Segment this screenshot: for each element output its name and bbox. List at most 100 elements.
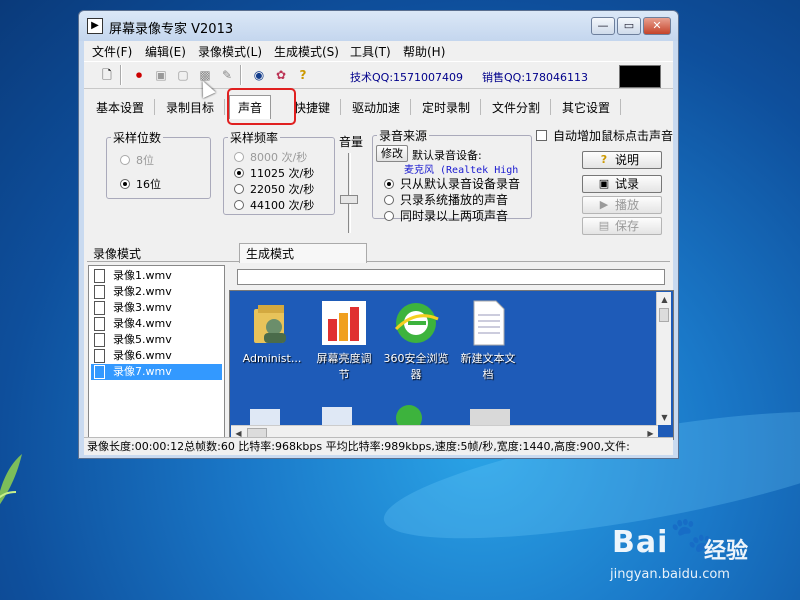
source-both[interactable]: 同时录以上两项声音 [384, 207, 508, 224]
gift-icon[interactable]: ✿ [272, 66, 290, 84]
sample-rate-11025[interactable]: 11025 次/秒 [234, 165, 314, 181]
tab-other[interactable]: 其它设置 [562, 99, 622, 115]
output-path-field[interactable] [237, 269, 665, 285]
close-button[interactable]: ✕ [643, 17, 671, 35]
sample-bits-legend: 采样位数 [113, 131, 162, 145]
file-icon [94, 269, 105, 283]
settings-tabs: 基本设置 录制目标 声音 快捷键 驱动加速 定时录制 文件分割 其它设置 [84, 91, 673, 123]
save-button[interactable]: ▤ 保存 [582, 217, 662, 235]
tab-record-target[interactable]: 录制目标 [166, 99, 226, 115]
tab-basic[interactable]: 基本设置 [96, 99, 156, 115]
app-window: ▶ 屏幕录像专家 V2013 — ▭ ✕ 文件(F) 编辑(E) 录像模式(L)… [78, 10, 679, 459]
tab-hotkeys[interactable]: 快捷键 [294, 99, 342, 115]
sample-rate-legend: 采样频率 [230, 131, 279, 145]
file-icon [94, 301, 105, 315]
test-record-button[interactable]: ▣ 试录 [582, 175, 662, 193]
play-icon: ▶ [599, 198, 609, 211]
stop-icon[interactable]: ▢ [174, 66, 192, 84]
volume-slider-track[interactable] [348, 153, 351, 233]
window-title: 屏幕录像专家 V2013 [109, 22, 234, 37]
tab-driver-accel[interactable]: 驱动加速 [352, 99, 412, 115]
preview-vertical-scrollbar[interactable]: ▲ ▼ [656, 292, 671, 425]
toolbar: 🗋 ⏺ ▣ ▢ ▩ ✎ ◉ ✿ ? 技术QQ:1571007409 销售QQ:1… [84, 61, 673, 89]
new-file-icon[interactable]: 🗋 [98, 66, 116, 84]
file-icon [94, 365, 105, 379]
client-area: 文件(F) 编辑(E) 录像模式(L) 生成模式(S) 工具(T) 帮助(H) … [84, 41, 674, 455]
list-item[interactable]: 录像2.wmv [91, 284, 222, 300]
watermark-sub: 经验 [704, 539, 749, 564]
scroll-thumb[interactable] [659, 308, 669, 322]
menu-edit[interactable]: 编辑(E) [145, 43, 186, 60]
pause-icon[interactable]: ▣ [152, 66, 170, 84]
play-button[interactable]: ▶ 播放 [582, 196, 662, 214]
list-item[interactable]: 录像1.wmv [91, 268, 222, 284]
list-item[interactable]: 录像3.wmv [91, 300, 222, 316]
sample-bits-16[interactable]: 16位 [120, 176, 161, 192]
preview-desktop-icon: 360安全浏览器 [380, 299, 452, 383]
sample-bits-8[interactable]: 8位 [120, 152, 154, 168]
record-icon[interactable]: ⏺ [130, 66, 148, 84]
sound-source-legend: 录音来源 [379, 129, 428, 143]
tab-file-split[interactable]: 文件分割 [492, 99, 552, 115]
sample-rate-44100[interactable]: 44100 次/秒 [234, 197, 314, 213]
toolbar-separator [120, 65, 122, 85]
file-icon [94, 317, 105, 331]
question-icon: ? [600, 153, 608, 166]
scroll-down-icon[interactable]: ▼ [657, 410, 672, 425]
recordings-list: 录像1.wmv 录像2.wmv 录像3.wmv 录像4.wmv 录像5.wmv … [88, 265, 225, 441]
preview-desktop-icon: 屏幕亮度调节 [308, 299, 380, 383]
watermark-brand: Bai [612, 525, 669, 560]
sample-rate-22050[interactable]: 22050 次/秒 [234, 181, 314, 197]
help-icon[interactable]: ? [294, 66, 312, 84]
sample-rate-8000[interactable]: 8000 次/秒 [234, 149, 307, 165]
menu-file[interactable]: 文件(F) [92, 43, 132, 60]
radio-selected-icon [234, 168, 244, 178]
menu-bar: 文件(F) 编辑(E) 录像模式(L) 生成模式(S) 工具(T) 帮助(H) [84, 41, 673, 59]
text-file-icon [464, 299, 512, 347]
recording-mode-label: 录像模式 [93, 247, 142, 261]
menu-record-mode[interactable]: 录像模式(L) [198, 43, 262, 60]
minimize-button[interactable]: — [591, 17, 615, 35]
file-icon [94, 349, 105, 363]
help-button[interactable]: ? 说明 [582, 151, 662, 169]
list-item[interactable]: 录像4.wmv [91, 316, 222, 332]
menu-generate-mode[interactable]: 生成模式(S) [274, 43, 339, 60]
title-bar[interactable]: ▶ 屏幕录像专家 V2013 — ▭ ✕ [79, 11, 678, 41]
list-item[interactable]: 录像5.wmv [91, 332, 222, 348]
sales-qq-label: 销售QQ:178046113 [482, 71, 589, 84]
mouse-click-sound-checkbox[interactable]: 自动增加鼠标点击声音 [536, 127, 673, 144]
volume-slider-thumb[interactable] [340, 195, 358, 204]
preview-desktop-icon: Administ... [236, 299, 308, 367]
brightness-icon [320, 299, 368, 347]
status-bar: 录像长度:00:00:12总帧数:60 比特率:968kbps 平均比特率:98… [84, 437, 673, 455]
app-icon: ▶ [87, 18, 103, 34]
file-icon [94, 285, 105, 299]
pen-icon[interactable]: ✎ [218, 66, 236, 84]
scroll-up-icon[interactable]: ▲ [657, 292, 672, 307]
list-item-selected[interactable]: 录像7.wmv [91, 364, 222, 380]
baidu-jingyan-watermark: Bai 🐾 经验 jingyan.baidu.com [610, 515, 790, 595]
preview-desktop-icon: 新建文本文档 [452, 299, 524, 383]
source-default-device[interactable]: 只从默认录音设备录音 [384, 175, 520, 192]
tab-scheduled[interactable]: 定时录制 [422, 99, 482, 115]
user-folder-icon [248, 299, 296, 347]
globe-icon[interactable]: ◉ [250, 66, 268, 84]
source-system-sound[interactable]: 只录系统播放的声音 [384, 191, 508, 208]
modify-device-button[interactable]: 修改 [376, 145, 408, 162]
radio-icon [234, 200, 244, 210]
radio-icon [234, 152, 244, 162]
radio-icon [120, 155, 130, 165]
radio-icon [234, 184, 244, 194]
test-record-icon: ▣ [598, 177, 610, 190]
menu-help[interactable]: 帮助(H) [403, 43, 445, 60]
menu-tools[interactable]: 工具(T) [350, 43, 391, 60]
file-icon [94, 333, 105, 347]
volume-label: 音量 [339, 135, 364, 149]
recording-preview: Administ... 屏幕亮度调节 360安全浏览器 新建文本文档 [229, 290, 674, 440]
list-item[interactable]: 录像6.wmv [91, 348, 222, 364]
radio-selected-icon [384, 179, 394, 189]
tech-qq-label: 技术QQ:1571007409 [350, 71, 464, 84]
maximize-button[interactable]: ▭ [617, 17, 641, 35]
generate-mode-label[interactable]: 生成模式 [239, 243, 367, 263]
toolbar-separator [240, 65, 242, 85]
